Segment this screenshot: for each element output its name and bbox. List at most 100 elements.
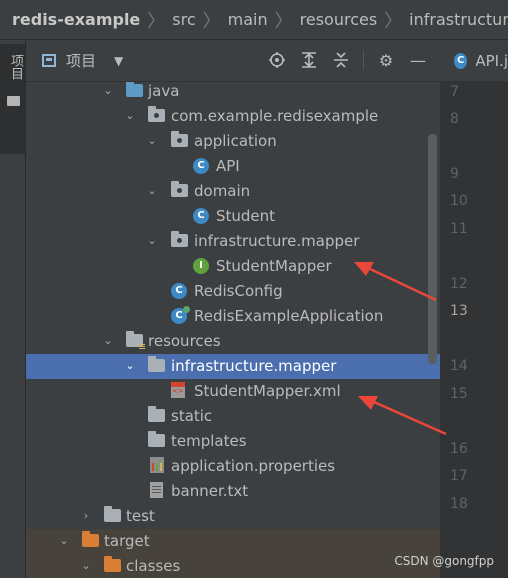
tree-row-test[interactable]: › test bbox=[26, 504, 440, 529]
toolbar-divider bbox=[363, 50, 364, 70]
tree-row-redisconfig[interactable]: C RedisConfig bbox=[26, 279, 440, 304]
locate-file-icon[interactable] bbox=[267, 50, 287, 70]
interface-icon: I bbox=[193, 258, 209, 274]
properties-file-icon bbox=[150, 457, 164, 473]
line-number: 15 bbox=[450, 386, 468, 402]
breadcrumb-project[interactable]: redis-example bbox=[12, 10, 140, 29]
line-number: 16 bbox=[450, 441, 468, 457]
tree-label: API bbox=[216, 157, 240, 175]
tree-row-student[interactable]: C Student bbox=[26, 204, 440, 229]
expand-all-icon[interactable] bbox=[299, 50, 319, 70]
tree-row-banner-txt[interactable]: banner.txt bbox=[26, 479, 440, 504]
tree-label: resources bbox=[148, 332, 221, 350]
tree-row-application-properties[interactable]: application.properties bbox=[26, 454, 440, 479]
tree-row-infrastructure-mapper-folder[interactable]: ⌄ infrastructure.mapper bbox=[26, 354, 440, 379]
breadcrumb-item-main[interactable]: main bbox=[228, 10, 268, 29]
tool-window-strip: 项目 bbox=[0, 40, 26, 578]
tree-scrollbar[interactable] bbox=[428, 134, 437, 364]
tree-label: application.properties bbox=[171, 457, 336, 475]
tree-row-studentmapper[interactable]: I StudentMapper bbox=[26, 254, 440, 279]
breadcrumb-item-infrastructure[interactable]: infrastructure bbox=[409, 10, 508, 29]
class-icon: C bbox=[171, 283, 187, 299]
editor-area: C API.j 7 8 9 10 11 12 13 14 15 16 17 18 bbox=[440, 40, 508, 578]
tree-label: com.example.redisexample bbox=[171, 107, 379, 125]
line-number: 12 bbox=[450, 276, 468, 292]
class-icon: C bbox=[454, 52, 468, 69]
tree-label: banner.txt bbox=[171, 482, 249, 500]
tree-row-target[interactable]: ⌄ target bbox=[26, 529, 440, 554]
breadcrumb: redis-example 〉 src 〉 main 〉 resources 〉… bbox=[0, 0, 508, 40]
package-icon bbox=[171, 231, 188, 247]
chevron-down-icon[interactable]: ⌄ bbox=[58, 533, 70, 549]
line-number: 18 bbox=[450, 496, 468, 512]
chevron-right-icon: 〉 bbox=[384, 10, 403, 32]
folder-icon bbox=[104, 506, 121, 522]
chevron-right-icon[interactable]: › bbox=[80, 508, 92, 524]
chevron-down-icon[interactable]: ⌄ bbox=[146, 233, 158, 249]
caret-down-icon[interactable]: ▼ bbox=[114, 54, 123, 68]
chevron-right-icon: 〉 bbox=[274, 10, 293, 32]
chevron-down-icon[interactable]: ⌄ bbox=[146, 183, 158, 199]
tree-label: test bbox=[126, 507, 155, 525]
package-icon bbox=[171, 131, 188, 147]
watermark: CSDN @gongfpp bbox=[394, 554, 494, 568]
chevron-down-icon[interactable]: ⌄ bbox=[146, 133, 158, 149]
editor-tab-api[interactable]: C API.j bbox=[440, 40, 508, 82]
tree-label: application bbox=[194, 132, 277, 150]
tree-label: RedisExampleApplication bbox=[194, 307, 384, 325]
line-number: 7 bbox=[450, 84, 459, 100]
project-view-icon bbox=[42, 54, 56, 67]
source-folder-icon bbox=[126, 82, 143, 97]
line-number: 14 bbox=[450, 358, 468, 374]
tree-row-static[interactable]: static bbox=[26, 404, 440, 429]
line-number: 11 bbox=[450, 221, 468, 237]
minimize-icon[interactable]: — bbox=[408, 50, 428, 70]
tree-row-api[interactable]: C API bbox=[26, 154, 440, 179]
tree-label: StudentMapper.xml bbox=[194, 382, 341, 400]
tree-label: java bbox=[148, 82, 180, 100]
chevron-down-icon[interactable]: ⌄ bbox=[102, 83, 114, 99]
chevron-down-icon[interactable]: ⌄ bbox=[124, 108, 136, 124]
gear-icon[interactable]: ⚙ bbox=[376, 50, 396, 70]
package-icon bbox=[171, 181, 188, 197]
collapse-all-icon[interactable] bbox=[331, 50, 351, 70]
package-icon bbox=[148, 106, 165, 122]
tree-row-java[interactable]: ⌄ java bbox=[26, 82, 440, 104]
tree-row-studentmapper-xml[interactable]: StudentMapper.xml bbox=[26, 379, 440, 404]
resources-folder-icon bbox=[126, 331, 145, 349]
line-number-current: 13 bbox=[450, 303, 468, 319]
folder-icon bbox=[148, 406, 165, 422]
breadcrumb-item-resources[interactable]: resources bbox=[300, 10, 378, 29]
tree-label: domain bbox=[194, 182, 251, 200]
xml-file-icon bbox=[171, 382, 185, 398]
line-number: 8 bbox=[450, 111, 459, 127]
tree-label: target bbox=[104, 532, 150, 550]
tree-label: infrastructure.mapper bbox=[171, 357, 337, 375]
spring-boot-class-icon: C bbox=[171, 306, 190, 324]
chevron-down-icon[interactable]: ⌄ bbox=[80, 558, 92, 574]
class-icon: C bbox=[193, 208, 209, 224]
tree-row-templates[interactable]: templates bbox=[26, 429, 440, 454]
tree-label: classes bbox=[126, 557, 181, 575]
tree-row-classes[interactable]: ⌄ classes bbox=[26, 554, 440, 578]
project-tool-tab[interactable]: 项目 bbox=[0, 44, 25, 154]
tree-label: RedisConfig bbox=[194, 282, 283, 300]
tree-label: infrastructure.mapper bbox=[194, 232, 360, 250]
project-panel-title[interactable]: 项目 bbox=[66, 50, 96, 71]
folder-icon bbox=[7, 96, 20, 106]
chevron-down-icon[interactable]: ⌄ bbox=[102, 333, 114, 349]
line-number: 17 bbox=[450, 468, 468, 484]
tree-row-application[interactable]: ⌄ application bbox=[26, 129, 440, 154]
tree-row-resources[interactable]: ⌄ resources bbox=[26, 329, 440, 354]
tree-row-domain[interactable]: ⌄ domain bbox=[26, 179, 440, 204]
project-tool-tab-label: 项目 bbox=[8, 54, 23, 80]
breadcrumb-item-src[interactable]: src bbox=[172, 10, 195, 29]
chevron-right-icon: 〉 bbox=[202, 10, 221, 32]
chevron-down-icon[interactable]: ⌄ bbox=[124, 358, 136, 374]
tree-row-package[interactable]: ⌄ com.example.redisexample bbox=[26, 104, 440, 129]
chevron-right-icon: 〉 bbox=[147, 10, 166, 32]
text-file-icon bbox=[150, 482, 163, 498]
tree-row-infrastructure-package[interactable]: ⌄ infrastructure.mapper bbox=[26, 229, 440, 254]
project-panel-toolbar: ⚙ — bbox=[267, 50, 428, 70]
tree-row-redisexampleapplication[interactable]: C RedisExampleApplication bbox=[26, 304, 440, 329]
